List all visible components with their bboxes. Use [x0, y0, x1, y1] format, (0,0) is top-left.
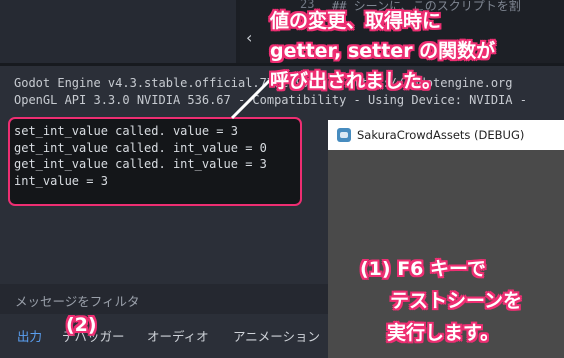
note-line: 実行します。: [387, 322, 500, 344]
godot-icon: [337, 128, 351, 142]
game-window-title: SakuraCrowdAssets (DEBUG): [357, 128, 525, 142]
tab-step-note: (2): [66, 314, 97, 336]
getter-setter-note: 値の変更、取得時に getter, setter の関数が 呼び出されました。: [270, 6, 560, 96]
note-line: 値の変更、取得時に: [270, 10, 442, 32]
note-line: テストシーンを: [390, 290, 523, 312]
note-line: getter, setter の関数が: [270, 40, 496, 62]
tab-audio[interactable]: オーディオ: [147, 326, 209, 345]
log-line: get_int_value called. int_value = 3: [14, 157, 267, 171]
message-filter-input[interactable]: メッセージをフィルタ: [15, 291, 140, 310]
note-line: (1) F6 キーで: [360, 258, 486, 280]
log-line: get_int_value called. int_value = 0: [14, 141, 267, 155]
log-line: int_value = 3: [14, 174, 108, 188]
collapse-left-icon[interactable]: ‹: [246, 28, 252, 47]
tab-output[interactable]: 出力: [17, 326, 42, 345]
run-scene-note: (1) F6 キーで テストシーンを 実行します。: [360, 253, 564, 349]
log-line: set_int_value called. value = 3: [14, 124, 238, 138]
tab-animation[interactable]: アニメーション: [233, 326, 320, 345]
script-list-panel: [0, 0, 236, 63]
note-line: 呼び出されました。: [270, 70, 442, 92]
